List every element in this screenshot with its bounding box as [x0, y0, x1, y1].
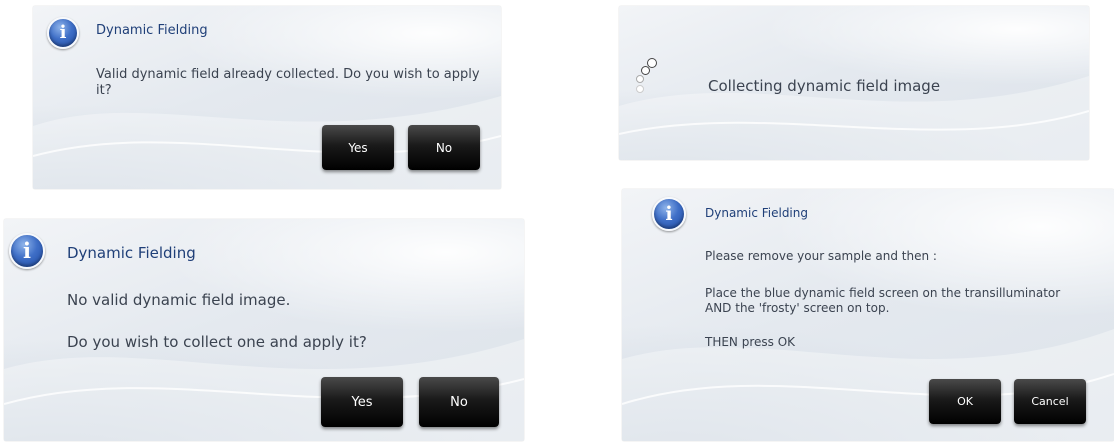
info-icon: i — [652, 197, 686, 231]
dialog-title: Dynamic Fielding — [67, 244, 196, 262]
ok-button[interactable]: OK — [929, 379, 1001, 424]
dialog-no-valid-field: i Dynamic Fielding No valid dynamic fiel… — [4, 219, 524, 441]
dialog-collecting-field: Collecting dynamic field image — [619, 6, 1089, 160]
dialog-title: Dynamic Fielding — [96, 23, 208, 38]
dialog-title: Dynamic Fielding — [705, 206, 808, 220]
progress-message: Collecting dynamic field image — [708, 77, 941, 95]
dialog-message-line-3: THEN press OK — [705, 335, 796, 349]
no-button[interactable]: No — [419, 377, 499, 427]
dialog-message-line-1: Please remove your sample and then : — [705, 249, 937, 263]
dialog-message-line-2: Place the blue dynamic field screen on t… — [705, 286, 1061, 315]
dialog-remove-sample: i Dynamic Fielding Please remove your sa… — [622, 189, 1114, 441]
yes-button[interactable]: Yes — [321, 377, 403, 427]
info-icon: i — [47, 17, 79, 49]
dialog-apply-existing-field: i Dynamic Fielding Valid dynamic field a… — [33, 6, 501, 189]
loading-spinner-icon — [635, 58, 665, 98]
info-icon: i — [9, 233, 45, 269]
dialog-message: Valid dynamic field already collected. D… — [96, 67, 480, 98]
yes-button[interactable]: Yes — [322, 125, 394, 170]
cancel-button[interactable]: Cancel — [1014, 379, 1086, 424]
dialog-message-line-2: Do you wish to collect one and apply it? — [67, 333, 367, 351]
no-button[interactable]: No — [408, 125, 480, 170]
dialog-message-line-1: No valid dynamic field image. — [67, 291, 291, 309]
